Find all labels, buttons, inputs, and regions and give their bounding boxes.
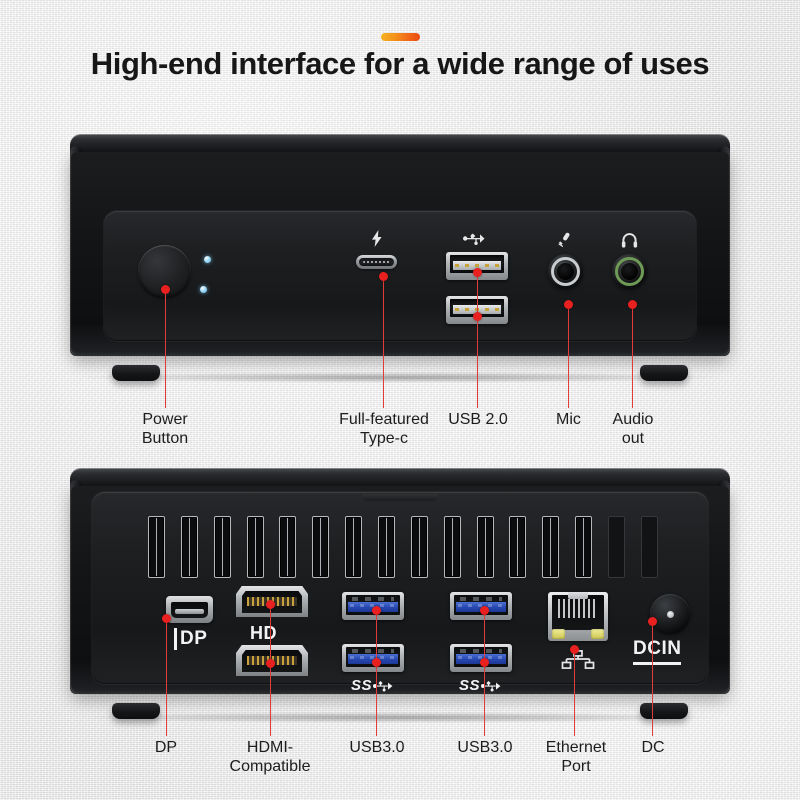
leader-dot-dp: [162, 614, 171, 623]
mic-jack[interactable]: [548, 254, 583, 289]
usb-trident-icon: [463, 233, 485, 245]
leader-line-dc: [652, 622, 654, 736]
vent-slot: [476, 516, 494, 578]
leader-line-usb3-a: [376, 611, 378, 736]
leader-dot-usb2: [473, 268, 482, 277]
leader-dot-ethernet: [570, 645, 579, 654]
leader-line-dp: [166, 619, 168, 736]
rear-device-foot-right: [640, 703, 688, 719]
usb-ss-icon-right: SS: [459, 677, 501, 694]
dc-jack-icon[interactable]: [650, 594, 690, 634]
front-device: [70, 134, 730, 381]
callout-dc: DC: [641, 739, 665, 756]
callout-audio-out: Audio out: [612, 411, 654, 447]
vent-slot: [509, 516, 527, 578]
callout-usb2: USB 2.0: [448, 411, 508, 428]
ventilation-grille: [148, 516, 658, 578]
vent-slot: [378, 516, 396, 578]
callout-type-c: Full-featured Type-c: [339, 411, 429, 447]
rear-device-foot-left: [112, 703, 160, 719]
leader-dot-usb3-a-b: [372, 658, 381, 667]
vent-slot-dim: [608, 516, 626, 578]
dp-logo: DP: [174, 628, 207, 650]
network-icon: [561, 650, 595, 669]
leader-line-usb3-b: [484, 611, 486, 736]
vent-slot: [148, 516, 165, 578]
vent-slot: [345, 516, 363, 578]
leader-dot-usb2-b: [473, 312, 482, 321]
vent-slot-dim: [640, 516, 658, 578]
rear-device-shadow: [78, 712, 722, 723]
status-led-1: [204, 256, 211, 263]
callout-hdmi: HDMI- Compatible: [229, 739, 311, 775]
vent-slot: [312, 516, 330, 578]
front-device-foot-left: [112, 365, 160, 381]
front-io-panel: [104, 211, 696, 341]
vent-slot: [180, 516, 198, 578]
page-title: High-end interface for a wide range of u…: [90, 46, 710, 81]
status-led-2: [200, 286, 207, 293]
leader-dot-dc: [648, 617, 657, 626]
vent-slot: [213, 516, 231, 578]
callout-dp: DP: [154, 739, 178, 756]
rear-lid-notch: [362, 494, 438, 501]
leader-dot-typec: [379, 272, 388, 281]
callout-power-button: Power Button: [141, 411, 189, 447]
leader-line-usb2: [477, 273, 479, 408]
usb-ss-icon-left: SS: [351, 677, 393, 694]
vent-slot: [542, 516, 560, 578]
vent-slot: [279, 516, 297, 578]
leader-dot-usb3-a: [372, 606, 381, 615]
headphone-icon: [621, 233, 638, 248]
leader-line-hdmi: [270, 605, 272, 736]
displayport-icon[interactable]: [166, 596, 213, 623]
front-device-foot-right: [640, 365, 688, 381]
accent-bar: [381, 33, 420, 41]
leader-dot-hdmi: [266, 600, 275, 609]
leader-dot-usb3-b: [480, 606, 489, 615]
leader-dot-audio: [628, 300, 637, 309]
leader-line-power: [165, 290, 167, 408]
vent-slot: [575, 516, 593, 578]
rear-device: DP HD SS SS DCIN: [70, 468, 730, 719]
dcin-logo: DCIN: [633, 638, 682, 665]
callout-ethernet: Ethernet Port: [545, 739, 607, 775]
leader-dot-hdmi-b: [266, 659, 275, 668]
rj45-icon[interactable]: [548, 592, 608, 641]
thunderbolt-icon: [372, 230, 382, 247]
vent-slot: [246, 516, 264, 578]
vent-slot: [443, 516, 461, 578]
leader-dot-mic: [564, 300, 573, 309]
leader-line-typec: [383, 277, 385, 408]
callout-usb3-a: USB3.0: [349, 739, 405, 756]
leader-dot-usb3-b-b: [480, 658, 489, 667]
usb-c-port[interactable]: [356, 255, 397, 269]
hdmi-logo: HD: [250, 623, 277, 643]
callout-usb3-b: USB3.0: [457, 739, 513, 756]
audio-out-jack[interactable]: [612, 254, 647, 289]
leader-dot-power: [161, 285, 170, 294]
leader-line-ethernet: [574, 650, 576, 736]
front-device-shadow: [78, 372, 722, 383]
leader-line-mic: [568, 305, 570, 408]
vent-slot: [410, 516, 428, 578]
leader-line-audio: [632, 305, 634, 408]
microphone-icon: [558, 232, 570, 247]
